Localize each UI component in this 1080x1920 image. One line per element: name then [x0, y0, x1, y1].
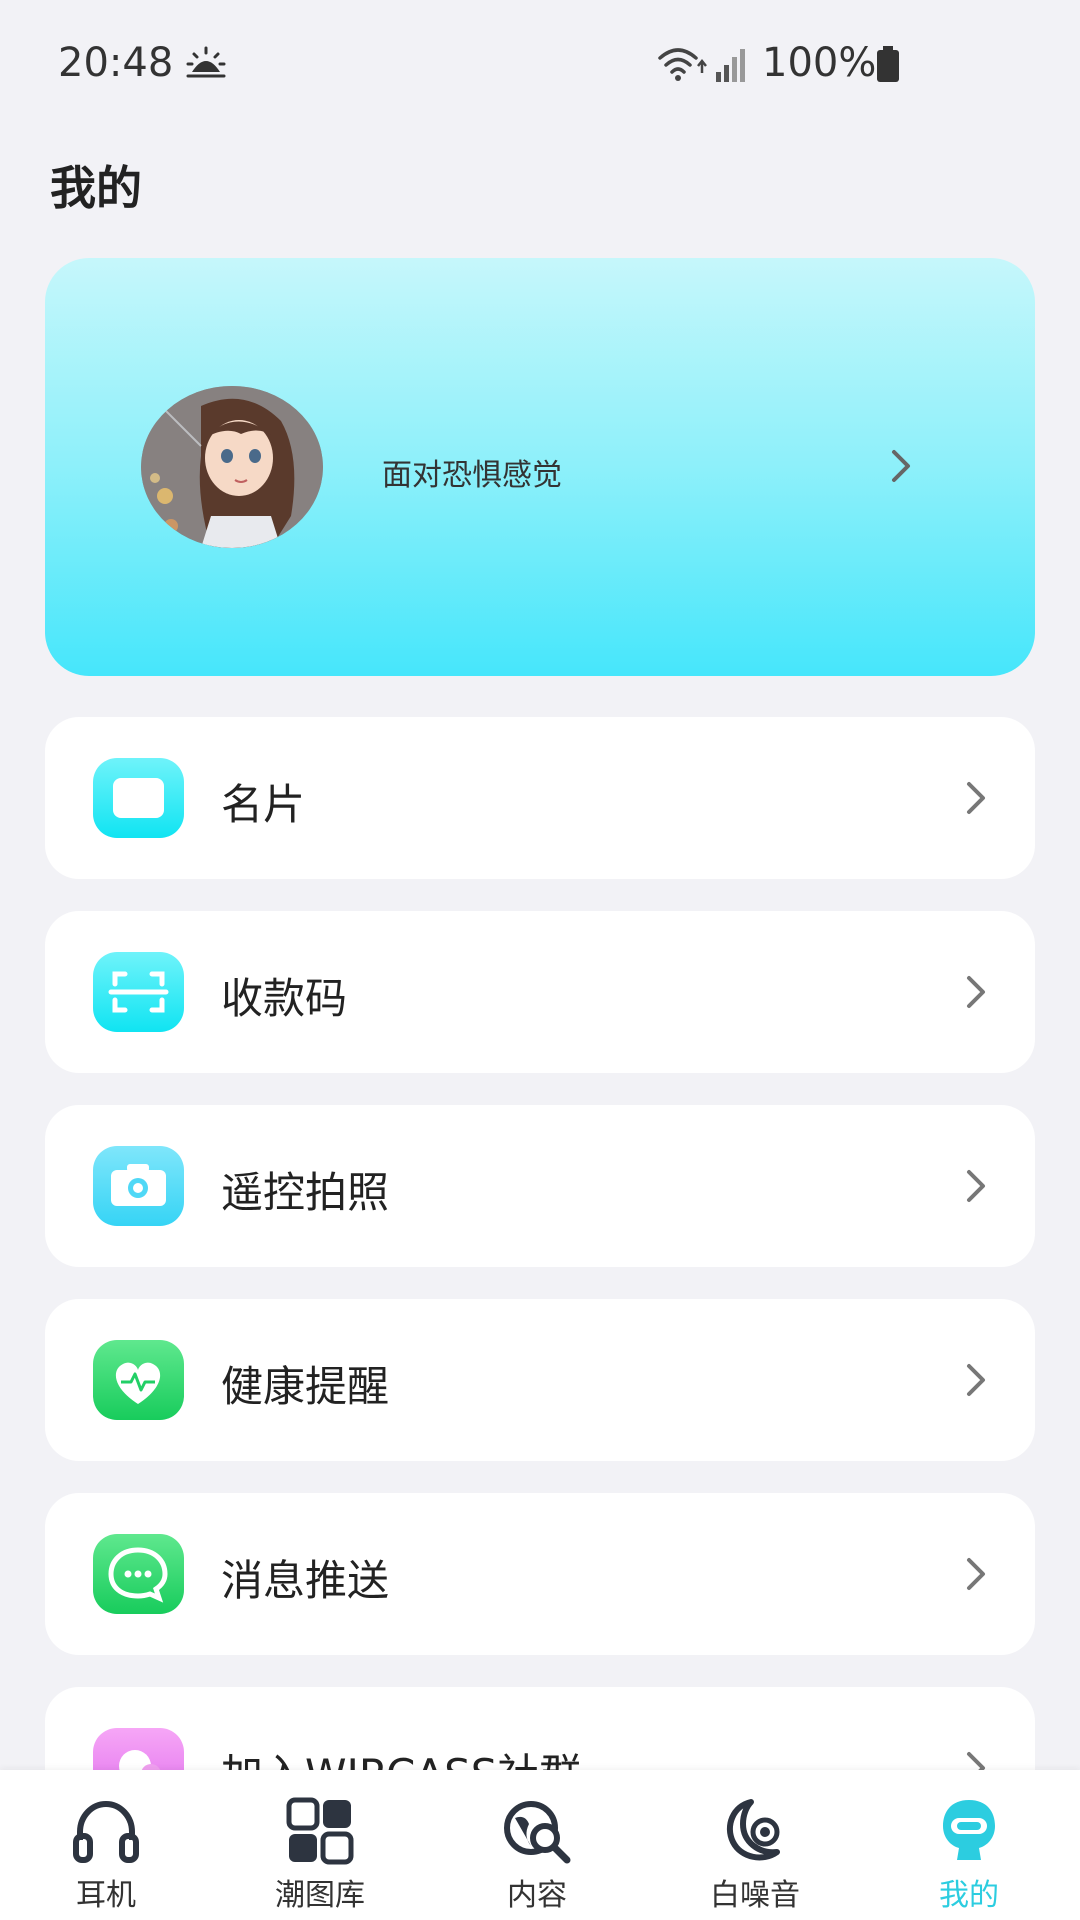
menu-item-label: 名片 — [221, 780, 306, 829]
moon-sound-icon — [726, 1799, 780, 1861]
tab-content[interactable]: 内容 — [452, 1770, 622, 1920]
sunrise-weather-icon — [186, 46, 226, 78]
menu-item-message-push[interactable]: 消息推送 — [45, 1493, 1035, 1655]
menu-item-payment-code[interactable]: 收款码 — [45, 911, 1035, 1073]
heart-icon — [93, 1340, 184, 1420]
page-title: 我的 — [50, 161, 142, 215]
card-icon — [93, 758, 184, 838]
menu-item-business-card[interactable]: 名片 — [45, 717, 1035, 879]
tab-white-noise[interactable]: 白噪音 — [670, 1770, 840, 1920]
tab-label: 潮图库 — [275, 1878, 365, 1913]
signal-icon — [716, 49, 745, 82]
tab-mine[interactable]: 我的 — [884, 1770, 1054, 1920]
chevron-right-icon — [967, 782, 985, 814]
profile-card[interactable]: 面对恐惧感觉 — [45, 258, 1035, 676]
chevron-right-icon — [967, 1170, 985, 1202]
tab-label: 我的 — [939, 1878, 999, 1913]
menu-item-label: 健康提醒 — [221, 1362, 390, 1411]
battery-icon — [877, 46, 899, 82]
scan-icon — [93, 952, 184, 1032]
gallery-icon — [286, 1797, 354, 1865]
tab-gallery[interactable]: 潮图库 — [235, 1770, 405, 1920]
tab-label: 白噪音 — [710, 1878, 800, 1913]
menu-item-remote-camera[interactable]: 遥控拍照 — [45, 1105, 1035, 1267]
globe-search-icon — [504, 1801, 571, 1864]
menu-item-label: 遥控拍照 — [221, 1168, 390, 1217]
chevron-right-icon — [967, 1558, 985, 1590]
tab-label: 耳机 — [76, 1878, 136, 1913]
chevron-right-icon — [892, 450, 910, 482]
robot-icon — [943, 1800, 995, 1860]
tab-earphones[interactable]: 耳机 — [21, 1770, 191, 1920]
status-bar: 20:48 100% — [0, 0, 1080, 130]
chat-icon — [93, 1534, 184, 1614]
status-time: 20:48 — [58, 40, 174, 86]
menu-item-label: 消息推送 — [221, 1556, 390, 1605]
chevron-right-icon — [967, 1364, 985, 1396]
headphones-icon — [73, 1800, 139, 1863]
menu-item-health-reminder[interactable]: 健康提醒 — [45, 1299, 1035, 1461]
menu-item-label: 收款码 — [221, 974, 348, 1023]
battery-percentage: 100% — [762, 40, 877, 86]
profile-name: 面对恐惧感觉 — [382, 458, 562, 493]
chevron-right-icon — [967, 976, 985, 1008]
tab-label: 内容 — [507, 1878, 567, 1913]
avatar[interactable] — [141, 386, 323, 548]
wifi-icon — [658, 48, 707, 81]
camera-icon — [93, 1146, 184, 1226]
bottom-nav: 耳机 潮图库 内容 白噪音 我的 — [0, 1770, 1080, 1920]
